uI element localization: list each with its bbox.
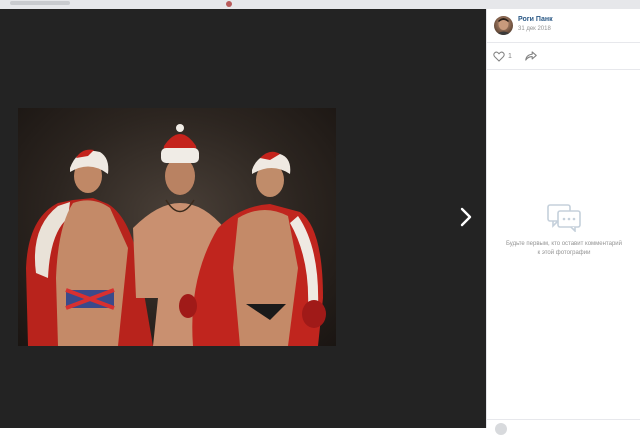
top-indicator-icon bbox=[226, 1, 232, 7]
photo-sidebar: Роги Панк 31 дек 2018 1 Будьте первым, к… bbox=[486, 9, 640, 435]
photo[interactable] bbox=[18, 108, 336, 346]
comments-empty-text: Будьте первым, кто оставит комментарий к… bbox=[505, 241, 622, 256]
share-arrow-icon bbox=[525, 51, 537, 61]
post-date[interactable]: 31 дек 2018 bbox=[518, 26, 551, 32]
avatar-image bbox=[496, 18, 511, 35]
chevron-right-icon bbox=[460, 207, 472, 227]
photo-image bbox=[26, 124, 326, 346]
avatar[interactable] bbox=[494, 16, 513, 35]
comments-icon bbox=[547, 204, 581, 232]
author-block: Роги Панк 31 дек 2018 bbox=[487, 9, 640, 42]
heart-icon bbox=[493, 51, 505, 62]
comments-empty-state: Будьте первым, кто оставит комментарий к… bbox=[487, 204, 640, 258]
photo-viewer bbox=[0, 9, 486, 428]
next-photo-button[interactable] bbox=[455, 203, 477, 231]
top-crumb bbox=[10, 1, 70, 5]
author-name[interactable]: Роги Панк bbox=[518, 16, 553, 23]
divider bbox=[487, 69, 640, 70]
like-count: 1 bbox=[508, 52, 512, 60]
top-strip bbox=[0, 0, 640, 9]
avatar bbox=[495, 423, 507, 435]
like-button[interactable]: 1 bbox=[493, 49, 512, 63]
comment-input-area[interactable] bbox=[487, 419, 640, 435]
share-button[interactable] bbox=[524, 49, 538, 63]
actions-bar: 1 bbox=[487, 43, 640, 69]
